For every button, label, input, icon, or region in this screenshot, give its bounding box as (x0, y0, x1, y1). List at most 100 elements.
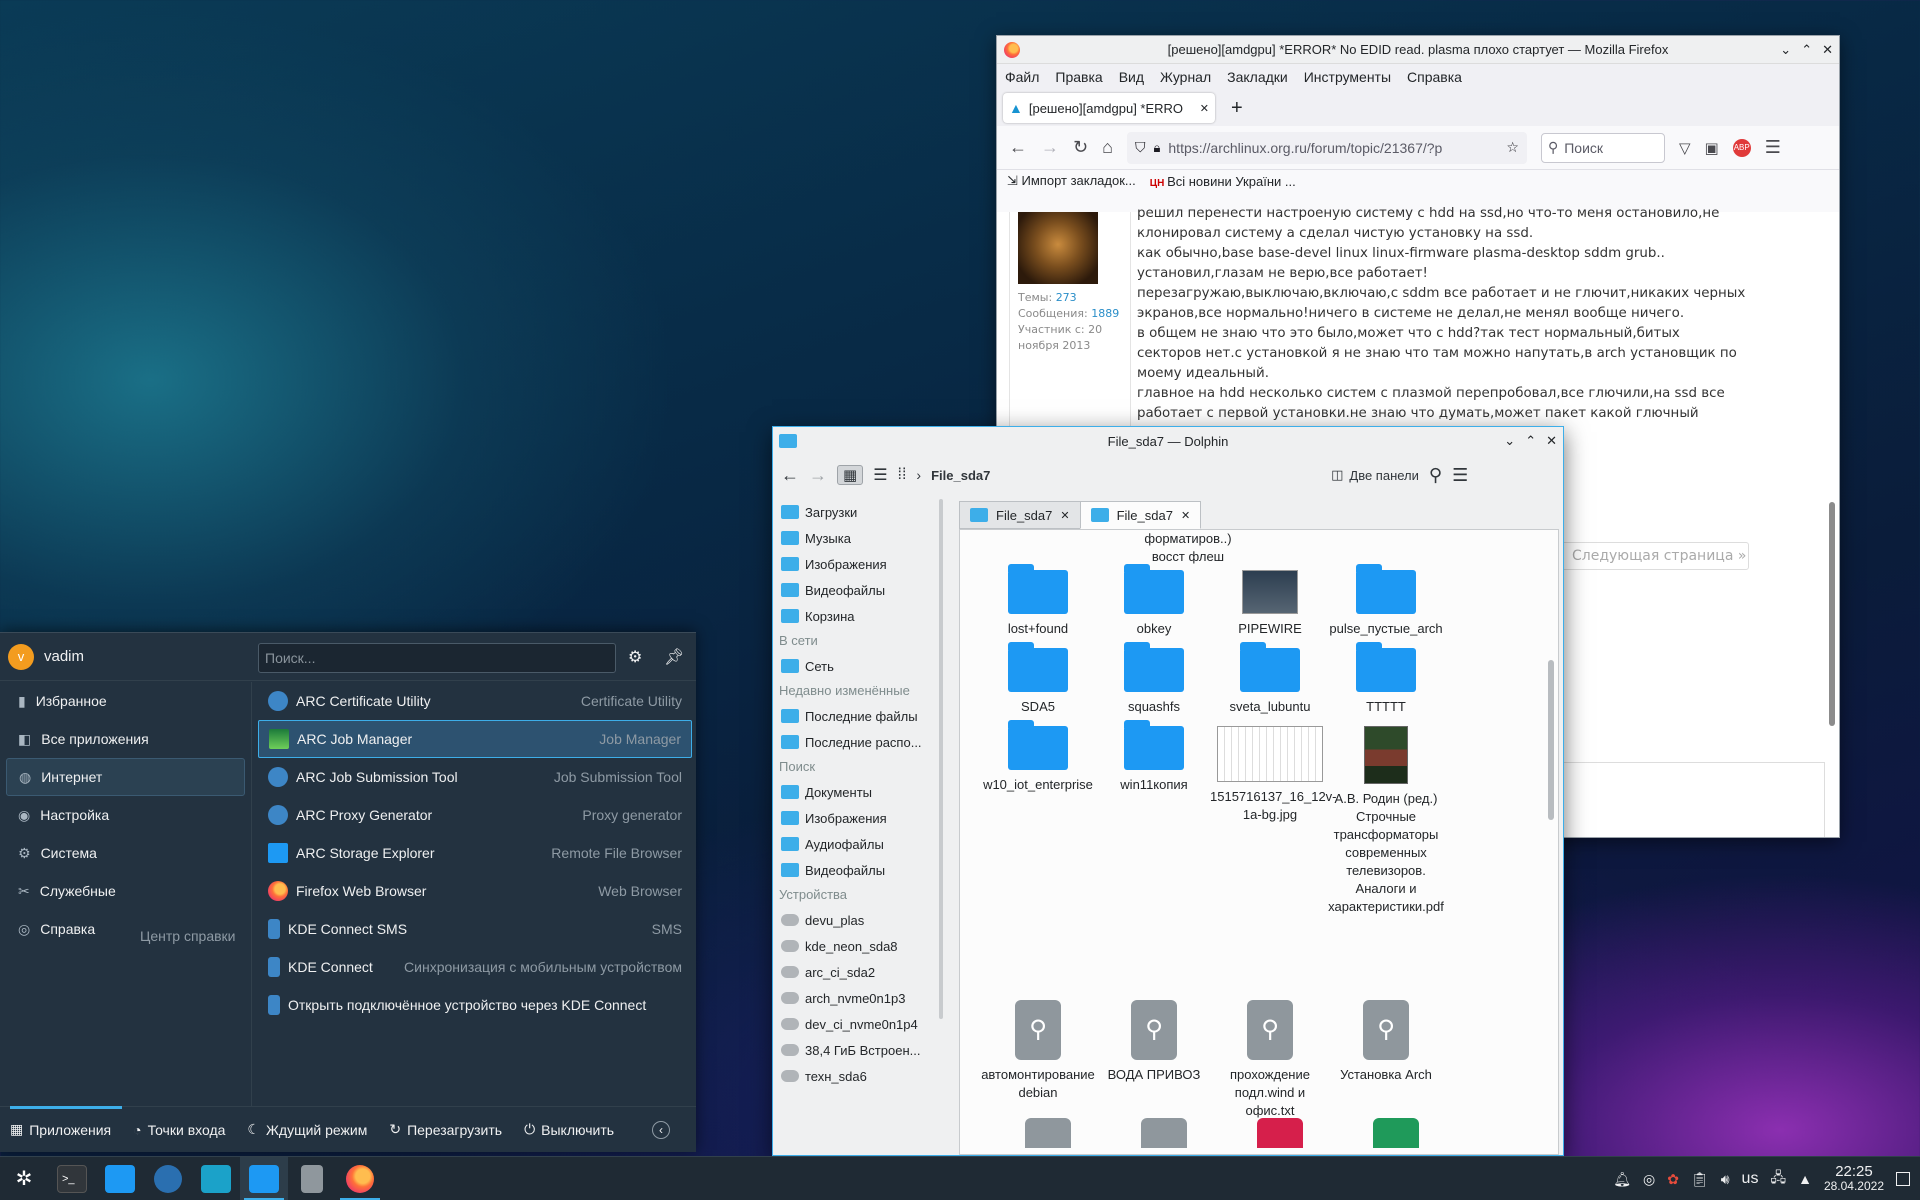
url-text[interactable]: https://archlinux.org.ru/forum/topic/213… (1168, 140, 1498, 156)
place-item[interactable]: Видеофайлы (773, 857, 943, 883)
container-icon[interactable]: ▣ (1705, 139, 1719, 157)
file-item[interactable]: SDA5 (978, 642, 1098, 716)
minimize-icon[interactable]: ⌄ (1504, 433, 1515, 449)
app-item[interactable]: ARC Job Manager Job Manager (258, 720, 692, 758)
reload-icon[interactable]: ↻ (1073, 137, 1088, 158)
menu-view[interactable]: Вид (1119, 69, 1144, 85)
shield-icon[interactable]: ⛉ (1135, 139, 1146, 156)
dolphin-tab-active[interactable]: File_sda7 ✕ (1079, 501, 1202, 529)
category-system[interactable]: ⚙︎ Система (6, 834, 245, 872)
clock[interactable]: 22:25 28.04.2022 (1824, 1164, 1884, 1194)
app-item[interactable]: ARC Proxy Generator Proxy generator (258, 796, 692, 834)
file-item[interactable]: w10_iot_enterprise (978, 720, 1098, 794)
tab-close-icon[interactable]: ✕ (1200, 102, 1209, 115)
dolphin-titlebar[interactable]: File_sda7 — Dolphin ⌄ ⌃ ✕ (773, 427, 1563, 455)
category-settings[interactable]: ◉ Настройка (6, 796, 245, 834)
avatar[interactable]: v (8, 643, 34, 670)
app-item[interactable]: KDE Connect Синхронизация с мобильным уст… (258, 948, 692, 986)
new-tab-icon[interactable]: + (1231, 97, 1243, 120)
notifications-icon[interactable]: 🔔︎ (1613, 1171, 1631, 1188)
home-icon[interactable]: ⌂ (1102, 137, 1113, 158)
file-item[interactable]: PIPEWIRE (1210, 570, 1330, 638)
back-icon[interactable]: ← (1009, 137, 1027, 158)
reply-area[interactable] (1557, 762, 1825, 837)
task-konsole[interactable]: >_ (48, 1157, 96, 1200)
search-icon[interactable]: ⚲ (1429, 465, 1442, 486)
category-bookmark[interactable]: ▮ Избранное (6, 682, 245, 720)
dolphin-tab[interactable]: File_sda7 ✕ (959, 501, 1081, 529)
cut-off-item[interactable]: форматиров..) восст флеш (1118, 530, 1258, 566)
file-item[interactable]: ⚲ ВОДА ПРИВОЗ (1094, 1000, 1214, 1084)
next-page-button[interactable]: Следующая страница » (1557, 542, 1749, 570)
lock-icon[interactable]: 🔒︎ (1153, 140, 1160, 156)
menu-edit[interactable]: Правка (1055, 69, 1102, 85)
menu-tools[interactable]: Инструменты (1304, 69, 1391, 85)
file-item[interactable]: ⚲ автомонтирование debian (978, 1000, 1098, 1102)
bookmark-star-icon[interactable]: ☆ (1506, 139, 1519, 156)
place-item[interactable]: Аудиофайлы (773, 831, 943, 857)
partial-file-icon[interactable] (1141, 1118, 1187, 1148)
pocket-icon[interactable]: ▽ (1679, 139, 1691, 157)
place-item[interactable]: Последние распо... (773, 729, 943, 755)
task-discover[interactable] (192, 1157, 240, 1200)
hamburger-menu-icon[interactable]: ☰ (1452, 465, 1468, 486)
app-item[interactable]: ARC Certificate Utility Certificate Utili… (258, 682, 692, 720)
task-settings[interactable] (144, 1157, 192, 1200)
launcher-button[interactable]: ✲ (0, 1157, 48, 1200)
place-item[interactable]: Изображения (773, 551, 943, 577)
partial-file-icon[interactable] (1373, 1118, 1419, 1148)
details-view-icon[interactable]: ☰ (873, 465, 887, 485)
task-files[interactable] (96, 1157, 144, 1200)
category-tools[interactable]: ✂︎ Служебные (6, 872, 245, 910)
footer-sleep-button[interactable]: ☾ Ждущий режим (247, 1121, 367, 1138)
search-input[interactable]: Поиск... (258, 643, 616, 673)
breadcrumb[interactable]: File_sda7 (931, 468, 1321, 483)
compact-view-icon[interactable]: ⁞⁞ (898, 466, 907, 484)
split-button[interactable]: ◫ Две панели (1331, 467, 1419, 483)
place-item[interactable]: arc_ci_sda2 (773, 959, 943, 985)
places-scrollbar[interactable] (939, 499, 943, 1019)
place-item[interactable]: 38,4 ГиБ Встроен... (773, 1037, 943, 1063)
forward-icon[interactable]: → (809, 465, 827, 486)
adblock-icon[interactable]: ABP (1732, 138, 1751, 157)
forward-icon[interactable]: → (1041, 137, 1059, 158)
scrollbar[interactable] (1829, 502, 1835, 726)
place-item[interactable]: kde_neon_sda8 (773, 933, 943, 959)
show-desktop-icon[interactable] (1896, 1172, 1910, 1186)
hamburger-menu-icon[interactable]: ☰ (1765, 137, 1781, 158)
app-item[interactable]: Открыть подключённое устройство через KD… (258, 986, 692, 1024)
user-avatar[interactable] (1018, 212, 1098, 284)
tab-close-icon[interactable]: ✕ (1060, 509, 1069, 522)
footer-power-button[interactable]: ⏻ Выключить (524, 1121, 614, 1138)
dolphin-window[interactable]: File_sda7 — Dolphin ⌄ ⌃ ✕ ← → ▦ ☰ ⁞⁞ › F… (772, 426, 1564, 1156)
menu-bookmarks[interactable]: Закладки (1227, 69, 1288, 85)
keyboard-layout[interactable]: us (1742, 1170, 1759, 1188)
place-item[interactable]: Видеофайлы (773, 577, 943, 603)
collapse-icon[interactable]: ‹ (652, 1120, 671, 1139)
place-item[interactable]: Последние файлы (773, 703, 943, 729)
configure-icon[interactable]: ⚙︎ (628, 647, 642, 667)
place-item[interactable]: Документы (773, 779, 943, 805)
pin-icon[interactable]: 📌︎ (664, 647, 684, 667)
place-item[interactable]: dev_ci_nvme0n1p4 (773, 1011, 943, 1037)
maximize-icon[interactable]: ⌃ (1525, 433, 1536, 449)
place-item[interactable]: Загрузки (773, 499, 943, 525)
place-item[interactable]: Корзина (773, 603, 943, 629)
place-item[interactable]: Сеть (773, 653, 943, 679)
app-item[interactable]: ARC Job Submission Tool Job Submission To… (258, 758, 692, 796)
browser-tab[interactable]: ▲ [решено][amdgpu] *ERRO ✕ (1003, 93, 1215, 123)
file-item[interactable]: А.В. Родин (ред.) Строчные трансформатор… (1326, 726, 1446, 916)
file-item[interactable]: pulse_пустые_arch (1326, 564, 1446, 638)
place-item[interactable]: devu_plas (773, 907, 943, 933)
footer-apps-button[interactable]: ▦ Приложения (10, 1121, 111, 1138)
task-firefox[interactable] (336, 1157, 384, 1200)
place-item[interactable]: техн_sda6 (773, 1063, 943, 1089)
url-bar[interactable]: ⛉ 🔒︎ https://archlinux.org.ru/forum/topi… (1126, 131, 1527, 164)
footer-places-button[interactable]: ◔ Точки входа (133, 1122, 225, 1138)
file-item[interactable]: 1515716137_16_12v-1a-bg.jpg (1210, 726, 1337, 824)
bookmark-news[interactable]: ЦН Всі новини України ... (1150, 174, 1296, 189)
close-icon[interactable]: ✕ (1546, 433, 1557, 449)
file-item[interactable]: ⚲ прохождение подл.wind и офис.txt (1210, 1000, 1330, 1120)
partial-file-icon[interactable] (1257, 1118, 1303, 1148)
topics-count[interactable]: 273 (1056, 291, 1077, 304)
